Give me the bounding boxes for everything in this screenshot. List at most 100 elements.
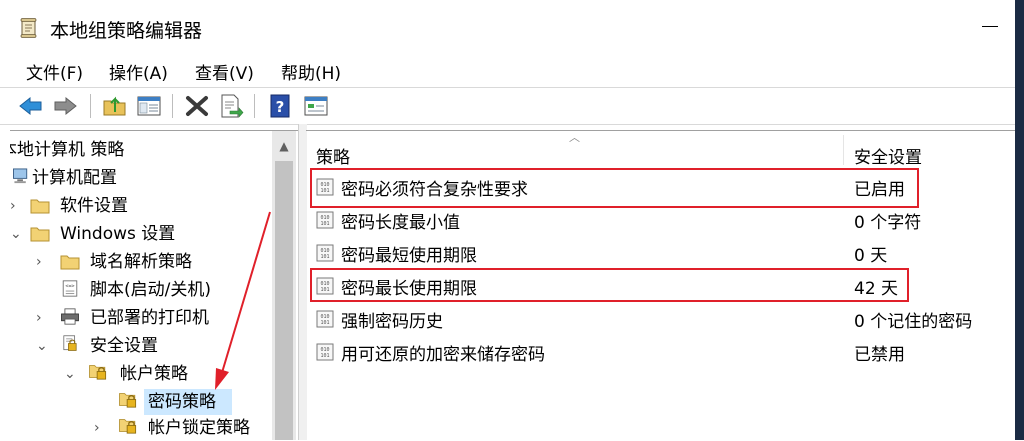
tree-item-account-policies[interactable]: ⌄ 帐户策略 <box>10 361 282 387</box>
tree-item-name-resolution-policy[interactable]: › 域名解析策略 <box>10 249 282 275</box>
help-button[interactable]: ? <box>266 92 294 120</box>
policy-name: 密码最短使用期限 <box>341 246 477 266</box>
chevron-right-icon[interactable]: › <box>10 193 16 219</box>
menu-view[interactable]: 查看(V) <box>195 59 254 84</box>
policy-setting-icon: 010 101 <box>316 343 334 361</box>
table-row[interactable]: 010 101 用可还原的加密来储存密码 已禁用 <box>306 336 1015 368</box>
gpedit-scroll-icon <box>20 18 37 38</box>
table-row[interactable]: 010 101 密码最短使用期限 0 天 <box>306 237 1015 269</box>
tree-item-label: 脚本(启动/关机) <box>90 280 211 300</box>
security-settings-icon <box>63 335 77 351</box>
list-header: ︿ 策略 安全设置 <box>306 131 1015 168</box>
up-folder-icon <box>103 96 126 116</box>
tree-pane: 本地计算机 策略 计算机配置 › 软件设置 ⌄ Windows 设置 › 域名解… <box>10 130 298 441</box>
svg-text:101: 101 <box>320 320 329 326</box>
policy-setting-icon: 010 101 <box>316 277 334 295</box>
policy-name: 强制密码历史 <box>341 312 443 332</box>
locked-folder-icon <box>119 393 137 408</box>
toolbar-separator <box>172 94 173 118</box>
table-row[interactable]: 010 101 密码长度最小值 0 个字符 <box>306 204 1015 236</box>
table-row[interactable]: 010 101 密码必须符合复杂性要求 已启用 <box>306 171 1015 203</box>
computer-icon <box>13 168 28 184</box>
tree-item-label: 密码策略 <box>148 392 216 412</box>
desktop-edge <box>1015 0 1024 440</box>
forward-button[interactable] <box>51 92 79 120</box>
folder-icon <box>60 255 80 270</box>
chevron-right-icon[interactable]: › <box>94 415 100 441</box>
tree-item-security-settings[interactable]: ⌄ 安全设置 <box>10 333 282 359</box>
folder-icon <box>30 199 50 214</box>
tree-scrollbar[interactable]: ▲ <box>272 131 296 440</box>
window-title: 本地组策略编辑器 <box>50 20 203 42</box>
tree-item-deployed-printers[interactable]: › 已部署的打印机 <box>10 305 282 331</box>
column-header-policy[interactable]: 策略 <box>316 143 350 168</box>
svg-text:101: 101 <box>320 287 329 293</box>
tree-item-label: 本地计算机 策略 <box>10 140 125 160</box>
tree-item-local-computer-policy[interactable]: 本地计算机 策略 <box>10 137 282 163</box>
tree-item-password-policy[interactable]: 密码策略 <box>10 389 282 415</box>
scrollbar-thumb[interactable] <box>275 161 293 440</box>
tree-item-label: 计算机配置 <box>32 168 117 188</box>
policy-setting-icon: 010 101 <box>316 211 334 229</box>
toolbar-separator <box>90 94 91 118</box>
export-list-button[interactable] <box>217 92 245 120</box>
tree-item-computer-config[interactable]: 计算机配置 <box>10 165 282 191</box>
menu-bar: 文件(F) 操作(A) 查看(V) 帮助(H) <box>0 56 1015 86</box>
properties-view-button[interactable] <box>302 92 330 120</box>
policy-setting-icon: 010 101 <box>316 178 334 196</box>
minimize-button[interactable] <box>970 14 1010 40</box>
scroll-up-icon[interactable]: ▲ <box>272 131 296 161</box>
column-divider[interactable] <box>843 135 844 165</box>
table-row[interactable]: 010 101 密码最长使用期限 42 天 <box>306 270 1015 302</box>
toolbar-separator <box>254 94 255 118</box>
policy-setting-icon: 010 101 <box>316 310 334 328</box>
svg-text:101: 101 <box>320 188 329 194</box>
chevron-down-icon[interactable]: ⌄ <box>10 221 22 247</box>
tree-item-software-settings[interactable]: › 软件设置 <box>10 193 282 219</box>
up-folder-button[interactable] <box>101 92 129 120</box>
back-arrow-icon <box>19 96 42 116</box>
svg-text:<=>: <=> <box>65 284 74 290</box>
details-pane: ︿ 策略 安全设置 010 101 密码必须符合复杂性要求 已启用 010 10… <box>306 130 1015 441</box>
tree-item-account-lockout-policy[interactable]: › 帐户锁定策略 <box>10 415 282 441</box>
tree-item-label: 软件设置 <box>60 196 128 216</box>
locked-folder-icon <box>89 365 107 380</box>
table-row[interactable]: 010 101 强制密码历史 0 个记住的密码 <box>306 303 1015 335</box>
show-hide-tree-button[interactable] <box>135 92 163 120</box>
delete-button[interactable] <box>183 92 211 120</box>
script-icon: <=> <box>62 280 78 297</box>
policy-value: 已禁用 <box>854 345 905 365</box>
delete-icon <box>186 96 208 116</box>
menu-help[interactable]: 帮助(H) <box>281 59 341 84</box>
policy-setting-icon: 010 101 <box>316 244 334 262</box>
column-header-security-setting[interactable]: 安全设置 <box>854 143 922 168</box>
policy-value: 0 天 <box>854 246 888 266</box>
forward-arrow-icon <box>54 96 77 116</box>
tree-item-label: Windows 设置 <box>60 224 176 244</box>
policy-value: 已启用 <box>854 180 905 200</box>
menu-file[interactable]: 文件(F) <box>26 59 83 84</box>
title-bar: 本地组策略编辑器 <box>0 0 1015 52</box>
chevron-right-icon[interactable]: › <box>36 249 42 275</box>
menu-action[interactable]: 操作(A) <box>109 59 168 84</box>
svg-text:101: 101 <box>320 254 329 260</box>
tree-item-windows-settings[interactable]: ⌄ Windows 设置 <box>10 221 282 247</box>
tree-item-label: 帐户策略 <box>120 364 188 384</box>
policy-name: 密码长度最小值 <box>341 213 460 233</box>
chevron-down-icon[interactable]: ⌄ <box>64 361 76 387</box>
show-hide-tree-icon <box>137 96 161 116</box>
policy-name: 密码最长使用期限 <box>341 279 477 299</box>
export-list-icon <box>221 94 244 118</box>
chevron-down-icon[interactable]: ⌄ <box>36 333 48 359</box>
tree-item-label: 域名解析策略 <box>90 252 192 272</box>
policy-value: 42 天 <box>854 279 899 299</box>
folder-icon <box>30 227 50 242</box>
tree-item-scripts[interactable]: <=> 脚本(启动/关机) <box>10 277 282 303</box>
chevron-right-icon[interactable]: › <box>36 305 42 331</box>
toolbar-divider <box>0 124 1015 125</box>
back-button[interactable] <box>17 92 45 120</box>
policy-value: 0 个记住的密码 <box>854 312 973 332</box>
svg-text:101: 101 <box>320 221 329 227</box>
policy-value: 0 个字符 <box>854 213 922 233</box>
properties-view-icon <box>304 96 328 116</box>
